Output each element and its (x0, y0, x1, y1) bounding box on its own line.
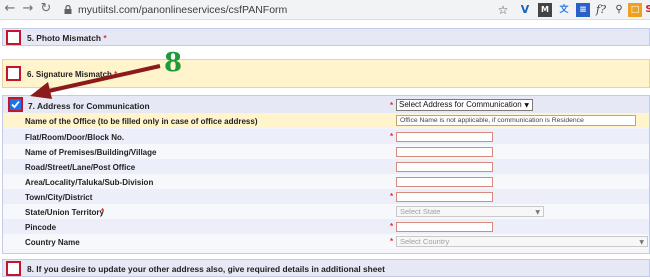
annotation-arrow (30, 64, 161, 99)
annotation-number: 8 (164, 48, 183, 78)
